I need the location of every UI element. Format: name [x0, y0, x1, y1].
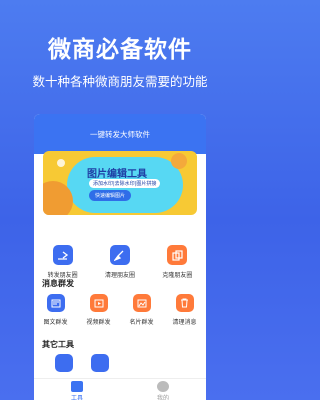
- toolbox-icon: [71, 381, 83, 392]
- image-text-broadcast-button[interactable]: 图文群发: [34, 294, 77, 326]
- other-tool-1-button[interactable]: [46, 354, 82, 372]
- forward-moments-button[interactable]: 转发朋友圈: [34, 245, 91, 279]
- clean-moments-button[interactable]: 清理朋友圈: [91, 245, 148, 279]
- forward-icon: [52, 245, 73, 265]
- user-icon: [157, 381, 169, 392]
- tool-icon: [55, 354, 73, 372]
- phone-screen: 一键转发大师软件 图片编辑工具 添加水印|去除水印|图片拼接 快速编辑图片 转发…: [34, 114, 206, 400]
- section-title-group: 消息群发: [42, 279, 74, 288]
- broom-icon: [109, 245, 130, 265]
- top-tools-row: 转发朋友圈 清理朋友圈 克隆朋友圈: [34, 245, 206, 279]
- section-title-other: 其它工具: [42, 340, 74, 349]
- image-editor-banner[interactable]: 图片编辑工具 添加水印|去除水印|图片拼接 快速编辑图片: [43, 151, 197, 215]
- tab-label: 工具: [70, 395, 83, 400]
- video-broadcast-button[interactable]: 视频群发: [77, 294, 120, 326]
- clone-moments-button[interactable]: 克隆朋友圈: [149, 245, 206, 279]
- tool-label: 克隆朋友圈: [162, 272, 193, 279]
- tool-label: 视频群发: [86, 319, 111, 326]
- image-text-icon: [46, 294, 65, 312]
- clone-icon: [167, 245, 188, 265]
- tab-tools[interactable]: 工具: [34, 379, 120, 400]
- banner-edit-button[interactable]: 快速编辑图片: [89, 190, 132, 201]
- banner-title: 图片编辑工具: [87, 169, 147, 180]
- tool-icon: [91, 354, 109, 372]
- card-icon: [132, 294, 151, 312]
- clean-messages-button[interactable]: 清理消息: [163, 294, 206, 326]
- promo-title: 微商必备软件: [48, 37, 192, 63]
- tool-label: 清理朋友圈: [104, 272, 135, 279]
- tab-label: 我的: [156, 395, 169, 400]
- other-tool-2-button[interactable]: [82, 354, 118, 372]
- bottom-tab-bar: 工具 我的: [34, 378, 206, 400]
- tool-label: 清理消息: [172, 319, 197, 326]
- tab-mine[interactable]: 我的: [120, 379, 206, 400]
- promo-subtitle: 数十种各种微商朋友需要的功能: [32, 74, 208, 89]
- tool-label: 图文群发: [43, 319, 68, 326]
- banner-desc: 添加水印|去除水印|图片拼接: [89, 179, 161, 188]
- video-icon: [89, 294, 108, 312]
- app-title: 一键转发大师软件: [34, 114, 206, 154]
- other-tools-row: [34, 354, 206, 372]
- trash-icon: [175, 294, 194, 312]
- card-broadcast-button[interactable]: 名片群发: [120, 294, 163, 326]
- tool-label: 名片群发: [129, 319, 154, 326]
- group-tools-row: 图文群发 视频群发 名片群发 清理消息: [34, 294, 206, 326]
